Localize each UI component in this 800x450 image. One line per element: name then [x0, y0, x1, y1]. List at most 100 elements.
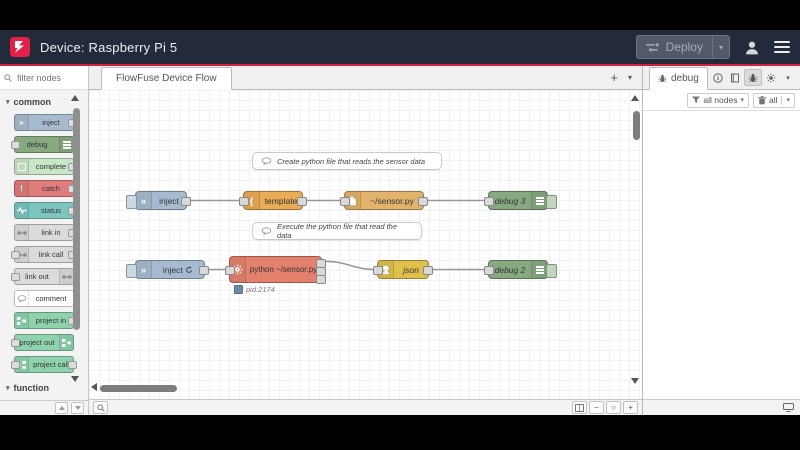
palette-node-label: project out — [19, 338, 55, 347]
comment-node-1[interactable]: Create python file that reads the sensor… — [252, 152, 442, 170]
palette-node-status[interactable]: status — [14, 202, 77, 219]
palette-node-project-out[interactable]: project out — [11, 334, 74, 351]
node-debug-2[interactable]: debug 2 — [484, 260, 557, 279]
palette-node-project-in[interactable]: project in — [14, 312, 77, 329]
add-flow-button[interactable]: + — [610, 70, 618, 85]
search-flows-button[interactable] — [93, 401, 108, 414]
palette-node-project-call[interactable]: project call — [11, 356, 77, 373]
deploy-button[interactable]: Deploy ▾ — [635, 35, 730, 59]
comment-label: Execute the python file that read the da… — [276, 222, 398, 240]
debug-toolbar: all nodes ▾ all ▾ — [643, 90, 800, 111]
node-sensor-file[interactable]: ~/sensor.py — [340, 191, 428, 210]
node-label: debug 2 — [494, 264, 526, 275]
debug-toggle-button[interactable] — [546, 263, 557, 278]
output-port[interactable] — [181, 197, 191, 206]
canvas-hscrollbar[interactable] — [100, 385, 177, 392]
output-port[interactable] — [199, 266, 209, 275]
node-inject-1[interactable]: » inject — [126, 191, 191, 210]
catch-icon: ! — [15, 181, 29, 196]
main-menu-icon[interactable] — [774, 38, 790, 56]
debug-toggle-button[interactable] — [546, 194, 557, 209]
navigator-button[interactable] — [572, 401, 587, 414]
expand-categories-button[interactable] — [71, 402, 84, 414]
canvas-scroll-down-icon[interactable] — [631, 378, 639, 384]
palette-node-comment[interactable]: comment — [14, 290, 74, 307]
input-port — [11, 360, 20, 369]
palette-node-debug[interactable]: debug — [11, 136, 74, 153]
flow-list-caret[interactable]: ▾ — [628, 73, 632, 82]
palette-node-label: comment — [35, 294, 67, 303]
canvas-vscrollbar[interactable] — [633, 111, 640, 140]
help-tab-button[interactable] — [727, 70, 743, 85]
input-port[interactable] — [484, 197, 494, 206]
tab-label: FlowFuse Device Flow — [116, 73, 217, 84]
palette-scrollbar[interactable] — [73, 108, 80, 330]
input-port[interactable] — [225, 266, 235, 275]
debug-filter-button[interactable]: all nodes ▾ — [687, 92, 749, 108]
palette-node-link-out[interactable]: link out — [11, 268, 74, 285]
status-text: pid:2174 — [246, 285, 275, 294]
comment-bubble-icon — [15, 291, 29, 306]
console-icon[interactable] — [783, 403, 794, 412]
node-red-editor: Device: Raspberry Pi 5 Deploy ▾ filter n… — [0, 30, 800, 415]
input-port[interactable] — [340, 197, 350, 206]
input-port[interactable] — [484, 266, 494, 275]
node-json[interactable]: json — [373, 260, 433, 279]
tab-label: debug — [671, 73, 699, 84]
node-label: ~/sensor.py — [370, 195, 414, 206]
canvas-scroll-left-icon[interactable] — [91, 383, 97, 391]
debug-messages-panel[interactable] — [643, 111, 800, 399]
palette-scroll-up-icon[interactable] — [71, 95, 79, 101]
palette-node-link-in[interactable]: link in — [14, 224, 77, 241]
navigator-icon — [575, 403, 584, 412]
palette-node-link-call[interactable]: link call — [11, 246, 77, 263]
zoom-out-button[interactable]: − — [589, 401, 604, 414]
canvas-scroll-up-icon[interactable] — [631, 95, 639, 101]
debug-clear-button[interactable]: all ▾ — [752, 92, 795, 108]
palette-search[interactable] — [0, 66, 88, 90]
input-port[interactable] — [239, 197, 249, 206]
output-port[interactable] — [297, 197, 307, 206]
inject-trigger-button[interactable] — [126, 194, 137, 209]
palette-node-label: catch — [42, 184, 60, 193]
tab-debug[interactable]: debug — [649, 67, 708, 90]
workspace-footer: − ○ + — [89, 399, 642, 415]
palette-node-label: link in — [41, 228, 61, 237]
deploy-options-caret[interactable]: ▾ — [711, 36, 729, 58]
palette-node-complete[interactable]: complete — [14, 158, 77, 175]
input-port[interactable] — [373, 266, 383, 275]
inject-icon: » — [136, 192, 152, 209]
palette-node-inject[interactable]: » inject — [14, 114, 77, 131]
comment-bubble-icon — [261, 156, 272, 166]
output-port[interactable] — [418, 197, 428, 206]
node-inject-2[interactable]: » inject — [126, 260, 209, 279]
config-tab-button[interactable] — [763, 70, 779, 85]
collapse-categories-button[interactable] — [55, 402, 68, 414]
output-port[interactable] — [423, 266, 433, 275]
node-label: inject — [152, 265, 204, 275]
palette-node-label: inject — [42, 118, 60, 127]
node-template[interactable]: { template — [239, 191, 307, 210]
comment-node-2[interactable]: Execute the python file that read the da… — [252, 222, 422, 240]
inject-trigger-button[interactable] — [126, 263, 137, 278]
flow-canvas[interactable]: Create python file that reads the sensor… — [89, 90, 642, 399]
output-port-3[interactable] — [316, 275, 326, 284]
zoom-reset-button[interactable]: ○ — [606, 401, 621, 414]
palette-node-catch[interactable]: ! catch — [14, 180, 77, 197]
tab-flowfuse-device-flow[interactable]: FlowFuse Device Flow — [101, 67, 232, 90]
search-icon — [4, 73, 12, 82]
palette-scroll-down-icon[interactable] — [71, 376, 79, 382]
caret-icon[interactable]: ▾ — [786, 96, 790, 104]
sidebar-tabs-caret[interactable]: ▾ — [780, 70, 796, 85]
input-port — [11, 272, 20, 281]
zoom-in-button[interactable]: + — [623, 401, 638, 414]
user-icon[interactable] — [744, 40, 760, 55]
debug-tab-button[interactable] — [744, 69, 762, 86]
output-port — [68, 360, 77, 369]
screen: Device: Raspberry Pi 5 Deploy ▾ filter n… — [0, 0, 800, 450]
node-python-exec[interactable]: python ~/sensor.py — [225, 256, 326, 284]
node-debug-3[interactable]: debug 3 — [484, 191, 557, 210]
wire[interactable] — [322, 260, 377, 271]
info-tab-button[interactable] — [710, 70, 726, 85]
palette-filter-input[interactable] — [15, 71, 79, 84]
